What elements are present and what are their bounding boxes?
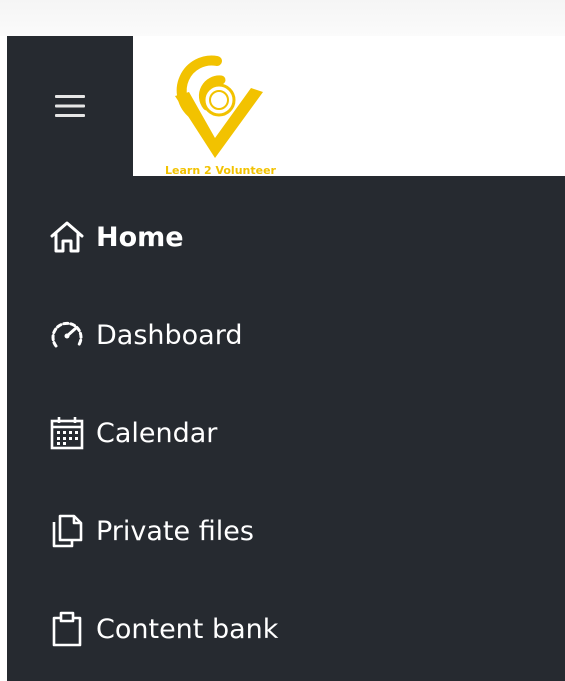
clipboard-icon [47, 609, 87, 649]
nav-item-label: Private files [96, 515, 254, 547]
home-icon [47, 217, 87, 257]
nav-item-calendar[interactable]: Calendar [7, 384, 565, 482]
nav-drawer: Home Dashboard Calendar Private files Co… [7, 176, 565, 681]
nav-item-dashboard[interactable]: Dashboard [7, 286, 565, 384]
nav-item-label: Calendar [96, 417, 218, 449]
site-header: Learn 2 Volunteer [7, 36, 565, 177]
logo[interactable] [159, 36, 289, 176]
nav-item-label: Home [96, 221, 184, 253]
calendar-icon [47, 413, 87, 453]
files-icon [47, 511, 87, 551]
nav-item-label: Content bank [96, 613, 279, 645]
nav-item-private-files[interactable]: Private files [7, 482, 565, 580]
menu-toggle-button[interactable] [7, 36, 133, 176]
nav-item-label: Dashboard [96, 319, 243, 351]
dashboard-icon [47, 315, 87, 355]
left-edge [0, 36, 7, 681]
nav-item-content-bank[interactable]: Content bank [7, 580, 565, 678]
top-strip [0, 0, 565, 36]
hamburger-icon [55, 95, 85, 117]
nav-item-home[interactable]: Home [7, 188, 565, 286]
